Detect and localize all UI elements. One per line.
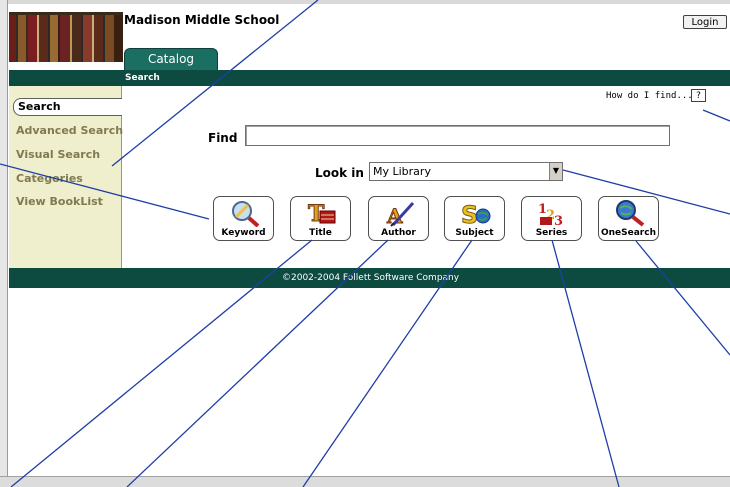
subnav-label: Search — [125, 73, 160, 83]
title-button-label: Title — [309, 228, 332, 238]
onesearch-search-button[interactable]: OneSearch — [598, 196, 659, 241]
find-input[interactable] — [245, 125, 670, 146]
find-label: Find — [208, 131, 238, 145]
footer-copyright: ©2002-2004 Follett Software Company — [282, 273, 460, 283]
sidebar-item-view-booklist[interactable]: View BookList — [16, 195, 103, 208]
look-in-select[interactable]: My Library — [369, 162, 563, 181]
series-search-button[interactable]: 1 2 3 Series — [521, 196, 582, 241]
svg-text:3: 3 — [554, 214, 563, 227]
subject-search-button[interactable]: S Subject — [444, 196, 505, 241]
books-logo — [9, 12, 123, 62]
sidebar-item-categories[interactable]: Categories — [16, 172, 83, 185]
look-in-label: Look in — [315, 166, 364, 180]
onesearch-icon — [616, 200, 645, 227]
how-do-i-find-link[interactable]: How do I find... — [606, 91, 693, 101]
author-button-label: Author — [381, 228, 416, 238]
keyword-button-label: Keyword — [221, 228, 266, 238]
keyword-icon — [232, 201, 260, 227]
tab-catalog[interactable]: Catalog — [124, 48, 218, 70]
title-icon: T — [308, 201, 336, 227]
keyword-search-button[interactable]: Keyword — [213, 196, 274, 241]
subject-button-label: Subject — [455, 228, 494, 238]
help-icon[interactable]: ? — [691, 89, 706, 102]
svg-text:S: S — [461, 201, 478, 227]
sidebar-item-visual-search[interactable]: Visual Search — [16, 148, 100, 161]
window-bottom-frame — [0, 476, 730, 487]
author-icon: A — [386, 201, 415, 227]
sidebar-item-advanced-search[interactable]: Advanced Search — [16, 124, 123, 137]
onesearch-button-label: OneSearch — [600, 228, 656, 238]
sidebar-item-search[interactable]: Search — [13, 98, 122, 116]
title-search-button[interactable]: T Title — [290, 196, 351, 241]
callout-line-onesearch — [635, 240, 730, 356]
callout-line-help — [702, 109, 730, 122]
login-button[interactable]: Login — [683, 15, 727, 29]
series-button-label: Series — [535, 228, 568, 238]
author-search-button[interactable]: A Author — [368, 196, 429, 241]
subnav-bar — [9, 70, 730, 86]
window-left-frame — [0, 0, 8, 487]
window-top-frame — [0, 0, 730, 4]
subject-icon: S — [461, 201, 491, 227]
series-icon: 1 2 3 — [538, 202, 563, 227]
school-name: Madison Middle School — [124, 13, 280, 27]
chevron-down-icon[interactable]: ▼ — [549, 163, 562, 180]
